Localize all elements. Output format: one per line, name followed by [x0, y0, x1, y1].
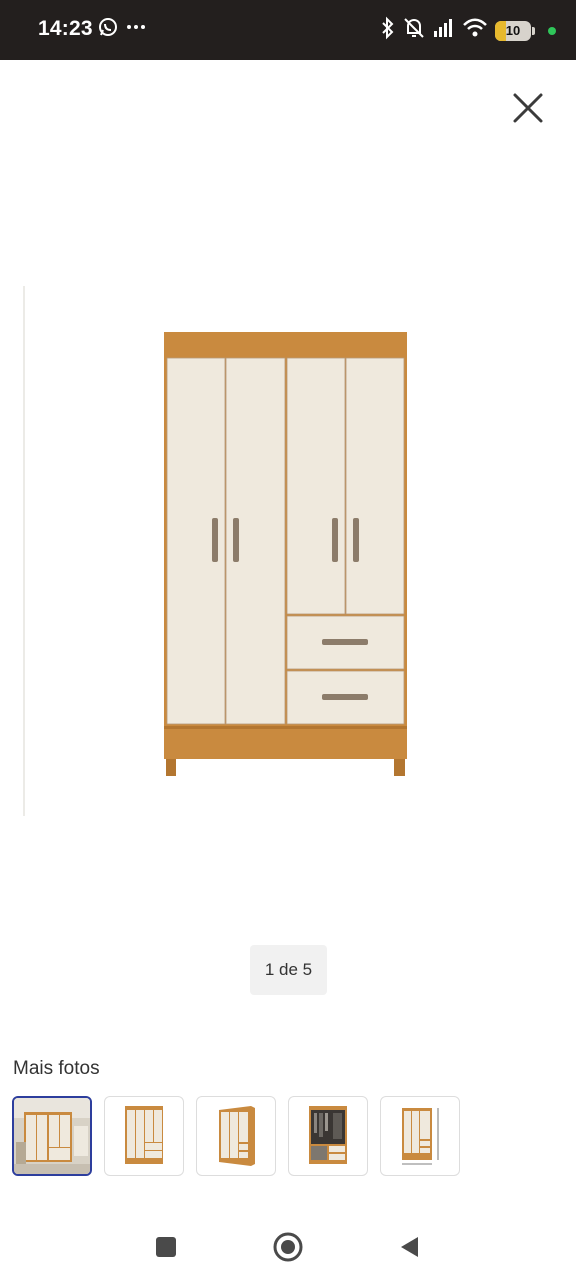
status-left-icons: [98, 17, 146, 42]
thumb-wardrobe-open: [309, 1106, 347, 1164]
page-counter: 1 de 5: [250, 945, 327, 995]
screen: 14:23 10 1 de 5 Mais fotos: [0, 0, 576, 1280]
recents-button[interactable]: [148, 1229, 184, 1265]
bluetooth-icon: [381, 16, 395, 45]
back-button[interactable]: [392, 1229, 428, 1265]
thumb-wardrobe-dimensions: [402, 1108, 439, 1165]
thumb-5[interactable]: [380, 1096, 460, 1176]
wifi-icon: [462, 17, 488, 44]
close-icon: [513, 93, 543, 123]
battery-tip: [532, 26, 535, 35]
thumbnail-strip: [12, 1096, 460, 1176]
whatsapp-icon: [98, 17, 118, 42]
main-product-image[interactable]: [160, 328, 412, 780]
thumb-wardrobe-angle: [219, 1106, 255, 1166]
back-icon: [401, 1237, 418, 1257]
privacy-indicator-dot: [548, 26, 556, 35]
battery-icon: 10: [495, 20, 531, 41]
close-button[interactable]: [510, 90, 546, 126]
home-icon: [273, 1232, 303, 1262]
system-navigation-bar: [0, 1212, 576, 1280]
thumb-4[interactable]: [288, 1096, 368, 1176]
thumb-3[interactable]: [196, 1096, 276, 1176]
thumb-wardrobe-front: [125, 1106, 163, 1164]
recents-icon: [156, 1237, 176, 1257]
status-right-icons: 10: [381, 16, 556, 45]
status-time: 14:23: [38, 17, 93, 40]
battery-level: 10: [505, 23, 521, 38]
thumb-2[interactable]: [104, 1096, 184, 1176]
home-button[interactable]: [270, 1229, 306, 1265]
more-photos-title: Mais fotos: [13, 1058, 100, 1079]
status-bar: 14:23 10: [0, 0, 576, 60]
previous-image-edge: [23, 286, 25, 816]
thumb-room-scene: [14, 1098, 90, 1174]
thumb-1[interactable]: [12, 1096, 92, 1176]
signal-icon: [433, 17, 455, 44]
wardrobe-image: [164, 332, 407, 776]
more-dots-icon: [126, 17, 146, 42]
mute-vibrate-icon: [402, 16, 426, 45]
